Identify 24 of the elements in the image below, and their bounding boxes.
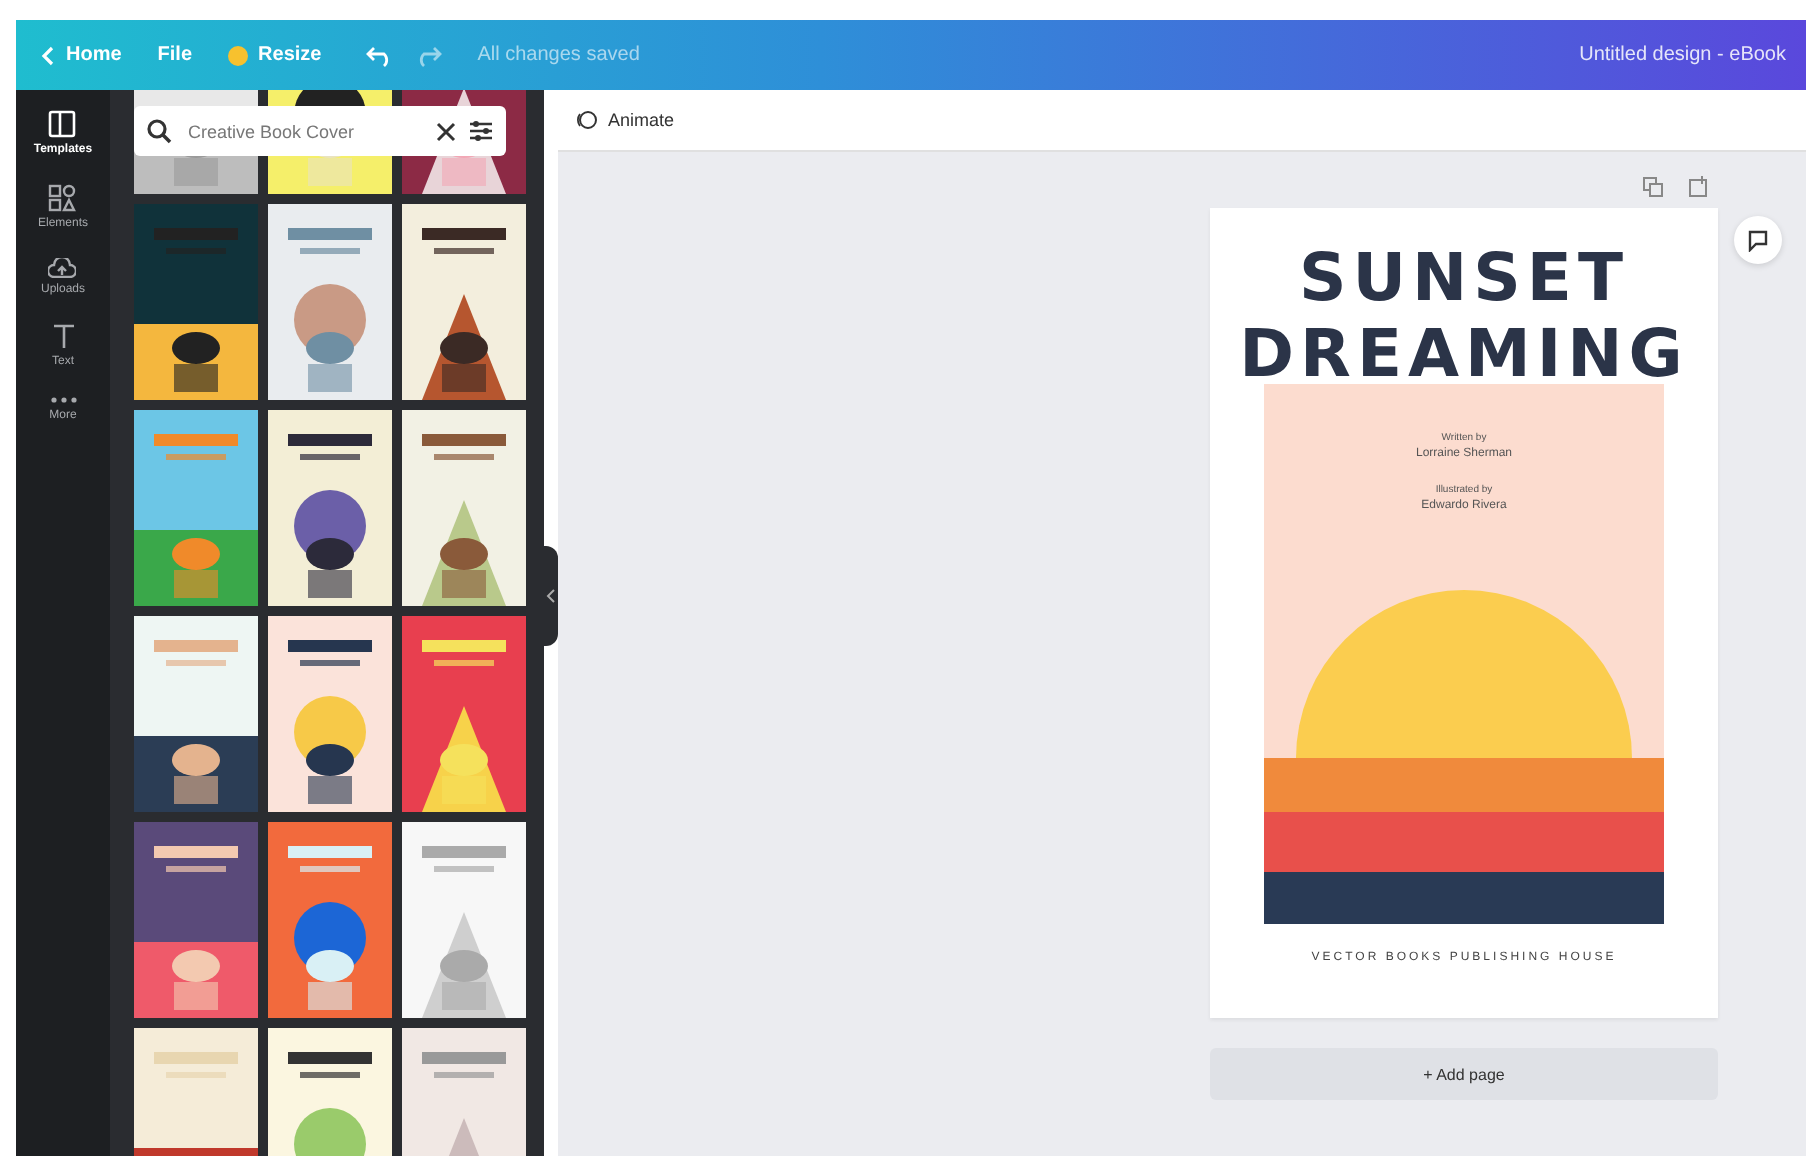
document-title[interactable]: Untitled design - eBook [1579, 44, 1786, 66]
close-icon[interactable] [436, 121, 456, 141]
cloud-icon [48, 258, 77, 278]
back-icon [40, 45, 56, 65]
add-page-button[interactable]: + Add page [1210, 1048, 1718, 1100]
search-field[interactable]: Creative Book Cover [134, 106, 506, 156]
duplicate-icon[interactable] [1642, 176, 1664, 198]
animate-button[interactable]: Animate [574, 108, 675, 132]
more-icon [47, 396, 79, 404]
animate-icon [574, 108, 598, 132]
shapes-icon [48, 184, 77, 212]
comment-button[interactable] [1734, 216, 1782, 264]
search-icon [146, 118, 172, 144]
comment-icon [1746, 228, 1770, 252]
undo-icon[interactable] [365, 43, 394, 67]
chevron-icon [546, 588, 556, 604]
layout-icon [48, 110, 77, 138]
collapse-handle[interactable] [544, 546, 558, 646]
text-icon [51, 324, 75, 350]
cover-title: SUNSET DREAMING [1239, 240, 1689, 392]
save-status: All changes saved [477, 44, 640, 66]
add-page-icon[interactable] [1688, 176, 1710, 198]
filter-icon[interactable] [468, 118, 494, 144]
search-input[interactable]: Creative Book Cover [184, 119, 424, 143]
